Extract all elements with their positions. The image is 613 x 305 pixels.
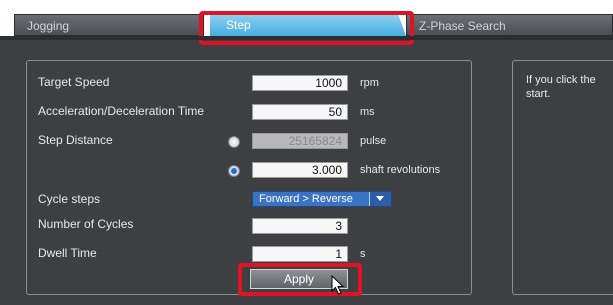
info-text: If you click the start. — [526, 74, 596, 100]
cycle-steps-label: Cycle steps — [38, 192, 101, 206]
pulse-unit: pulse — [360, 135, 387, 147]
target-speed-input[interactable]: 1000 — [252, 75, 348, 91]
dwell-time-unit: s — [360, 248, 366, 260]
accel-time-unit: ms — [360, 106, 375, 118]
cycle-steps-value: Forward > Reverse — [259, 193, 353, 205]
cycle-steps-dropdown[interactable]: Forward > Reverse — [252, 191, 392, 207]
dwell-time-label: Dwell Time — [38, 246, 97, 260]
revolutions-unit: shaft revolutions — [360, 164, 441, 176]
step-distance-revolutions-radio[interactable] — [228, 165, 240, 177]
number-of-cycles-input[interactable]: 3 — [252, 218, 348, 234]
number-of-cycles-label: Number of Cycles — [38, 217, 134, 231]
accel-time-label: Acceleration/Deceleration Time — [38, 104, 205, 118]
tab-jogging[interactable]: Jogging — [14, 14, 204, 36]
target-speed-unit: rpm — [360, 77, 379, 89]
step-distance-label: Step Distance — [38, 133, 113, 147]
mouse-pointer-icon — [331, 275, 345, 295]
tab-strip-divider — [0, 36, 613, 40]
step-distance-revolutions-input[interactable]: 3.000 — [252, 162, 348, 178]
step-distance-pulse-radio[interactable] — [228, 136, 240, 148]
target-speed-label: Target Speed — [38, 75, 110, 89]
tab-strip: Jogging Step Z-Phase Search — [0, 0, 613, 45]
step-distance-pulse-input: 25165824 — [252, 133, 348, 149]
accel-time-input[interactable]: 50 — [252, 104, 348, 120]
chevron-down-icon[interactable] — [369, 192, 391, 206]
tab-z-phase-search[interactable]: Z-Phase Search — [406, 14, 613, 36]
dwell-time-input[interactable]: 1 — [252, 246, 348, 262]
